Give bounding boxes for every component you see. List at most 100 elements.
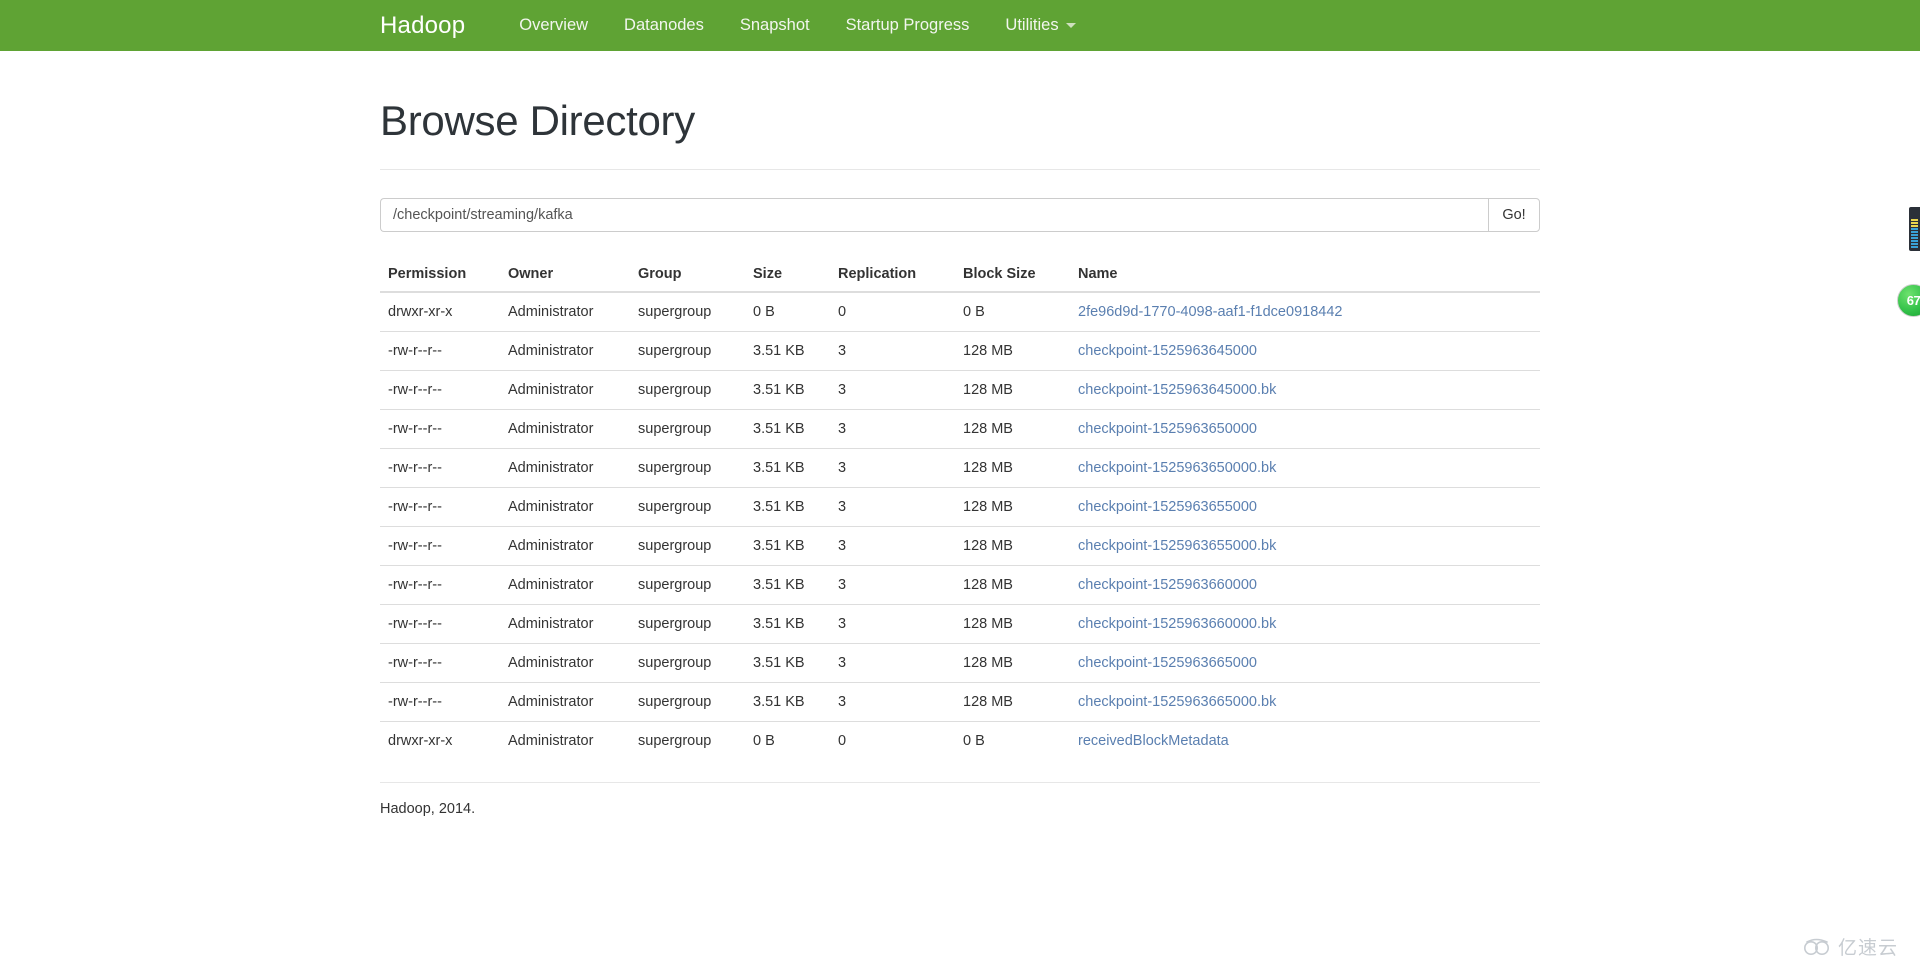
cell-owner: Administrator (500, 409, 630, 449)
cell-replication: 0 (830, 291, 955, 332)
column-header-block-size[interactable]: Block Size (955, 258, 1070, 293)
cell-size: 3.51 KB (745, 487, 830, 527)
file-link[interactable]: 2fe96d9d-1770-4098-aaf1-f1dce0918442 (1078, 304, 1342, 320)
gauge-bar (1911, 228, 1918, 230)
table-head: Permission Owner Group Size Replication … (380, 258, 1540, 293)
cell-permission: -rw-r--r-- (380, 526, 500, 566)
table-body: drwxr-xr-x Administrator supergroup 0 B00 B… (380, 291, 1540, 760)
file-link[interactable]: checkpoint-1525963655000.bk (1078, 538, 1276, 554)
gauge-bar (1911, 234, 1918, 236)
cell-replication: 3 (830, 487, 955, 527)
cell-permission: -rw-r--r-- (380, 643, 500, 683)
file-link[interactable]: checkpoint-1525963660000.bk (1078, 616, 1276, 632)
column-header-group[interactable]: Group (630, 258, 745, 293)
cell-group: supergroup (630, 721, 745, 760)
nav-item-snapshot[interactable]: Snapshot (722, 0, 828, 51)
column-header-replication[interactable]: Replication (830, 258, 955, 293)
cell-name: 2fe96d9d-1770-4098-aaf1-f1dce0918442 (1070, 291, 1540, 332)
page-title: Browse Directory (380, 97, 695, 144)
file-link[interactable]: checkpoint-1525963665000.bk (1078, 694, 1276, 710)
nav-item-utilities-label: Utilities (1005, 16, 1059, 34)
column-header-name[interactable]: Name (1070, 258, 1540, 293)
cell-owner: Administrator (500, 487, 630, 527)
cell-size: 3.51 KB (745, 331, 830, 371)
table-row: -rw-r--r-- Administrator supergroup 3.51 KB… (380, 409, 1540, 449)
file-link[interactable]: receivedBlockMetadata (1078, 733, 1229, 749)
cell-permission: drwxr-xr-x (380, 291, 500, 332)
cell-size: 3.51 KB (745, 643, 830, 683)
cell-replication: 3 (830, 565, 955, 605)
cloud-icon (1803, 938, 1829, 955)
top-navbar: Hadoop Overview Datanodes Snapshot Start… (0, 0, 1920, 51)
cell-owner: Administrator (500, 448, 630, 488)
table-row: -rw-r--r-- Administrator supergroup 3.51 KB… (380, 370, 1540, 410)
file-link[interactable]: checkpoint-1525963645000.bk (1078, 382, 1276, 398)
table-row: -rw-r--r-- Administrator supergroup 3.51 KB… (380, 682, 1540, 722)
gauge-bar (1911, 222, 1918, 224)
cell-name: checkpoint-1525963665000.bk (1070, 682, 1540, 722)
file-link[interactable]: checkpoint-1525963655000 (1078, 499, 1257, 515)
column-header-size[interactable]: Size (745, 258, 830, 293)
file-link[interactable]: checkpoint-1525963645000 (1078, 343, 1257, 359)
cell-owner: Administrator (500, 526, 630, 566)
gauge-bar (1911, 240, 1918, 242)
directory-listing-table: Permission Owner Group Size Replication … (380, 258, 1540, 760)
cell-replication: 3 (830, 526, 955, 566)
cell-name: checkpoint-1525963655000.bk (1070, 526, 1540, 566)
edge-gauge-widget[interactable] (1909, 207, 1920, 251)
directory-path-input[interactable] (380, 198, 1488, 232)
cell-name: checkpoint-1525963665000 (1070, 643, 1540, 683)
cell-block-size: 128 MB (955, 682, 1070, 722)
file-link[interactable]: checkpoint-1525963650000 (1078, 421, 1257, 437)
go-button[interactable]: Go! (1488, 198, 1540, 232)
cell-size: 3.51 KB (745, 448, 830, 488)
chevron-down-icon (1065, 23, 1076, 29)
watermark: 亿速云 (1802, 933, 1898, 960)
cell-block-size: 128 MB (955, 565, 1070, 605)
title-divider (380, 169, 1540, 170)
cell-owner: Administrator (500, 604, 630, 644)
file-link[interactable]: checkpoint-1525963665000 (1078, 655, 1257, 671)
cell-group: supergroup (630, 604, 745, 644)
cell-owner: Administrator (500, 682, 630, 722)
cell-permission: -rw-r--r-- (380, 682, 500, 722)
cell-permission: -rw-r--r-- (380, 448, 500, 488)
nav-item-overview[interactable]: Overview (501, 0, 606, 51)
cell-name: checkpoint-1525963645000 (1070, 331, 1540, 371)
cell-permission: drwxr-xr-x (380, 721, 500, 760)
cell-block-size: 128 MB (955, 331, 1070, 371)
cell-group: supergroup (630, 526, 745, 566)
cell-size: 0 B (745, 291, 830, 332)
table-row: -rw-r--r-- Administrator supergroup 3.51 KB… (380, 565, 1540, 605)
cell-replication: 3 (830, 409, 955, 449)
score-badge[interactable]: 67 (1897, 284, 1920, 317)
table-row: -rw-r--r-- Administrator supergroup 3.51 KB… (380, 448, 1540, 488)
cell-owner: Administrator (500, 370, 630, 410)
nav-item-datanodes[interactable]: Datanodes (606, 0, 722, 51)
cell-size: 0 B (745, 721, 830, 760)
file-link[interactable]: checkpoint-1525963660000 (1078, 577, 1257, 593)
cell-replication: 3 (830, 682, 955, 722)
column-header-permission[interactable]: Permission (380, 258, 500, 293)
cell-name: checkpoint-1525963650000.bk (1070, 448, 1540, 488)
nav-item-startup-progress[interactable]: Startup Progress (828, 0, 988, 51)
cell-group: supergroup (630, 565, 745, 605)
cell-group: supergroup (630, 643, 745, 683)
gauge-bar (1911, 246, 1918, 248)
cell-group: supergroup (630, 331, 745, 371)
gauge-bar (1911, 237, 1918, 239)
cell-owner: Administrator (500, 291, 630, 332)
gauge-bar (1911, 225, 1918, 227)
cell-permission: -rw-r--r-- (380, 604, 500, 644)
cell-owner: Administrator (500, 331, 630, 371)
cell-group: supergroup (630, 370, 745, 410)
nav-item-utilities[interactable]: Utilities (987, 0, 1093, 51)
file-link[interactable]: checkpoint-1525963650000.bk (1078, 460, 1276, 476)
column-header-owner[interactable]: Owner (500, 258, 630, 293)
cell-block-size: 0 B (955, 721, 1070, 760)
cell-replication: 0 (830, 721, 955, 760)
cell-block-size: 128 MB (955, 370, 1070, 410)
cell-name: checkpoint-1525963660000 (1070, 565, 1540, 605)
cell-size: 3.51 KB (745, 604, 830, 644)
brand-hadoop[interactable]: Hadoop (380, 0, 465, 51)
